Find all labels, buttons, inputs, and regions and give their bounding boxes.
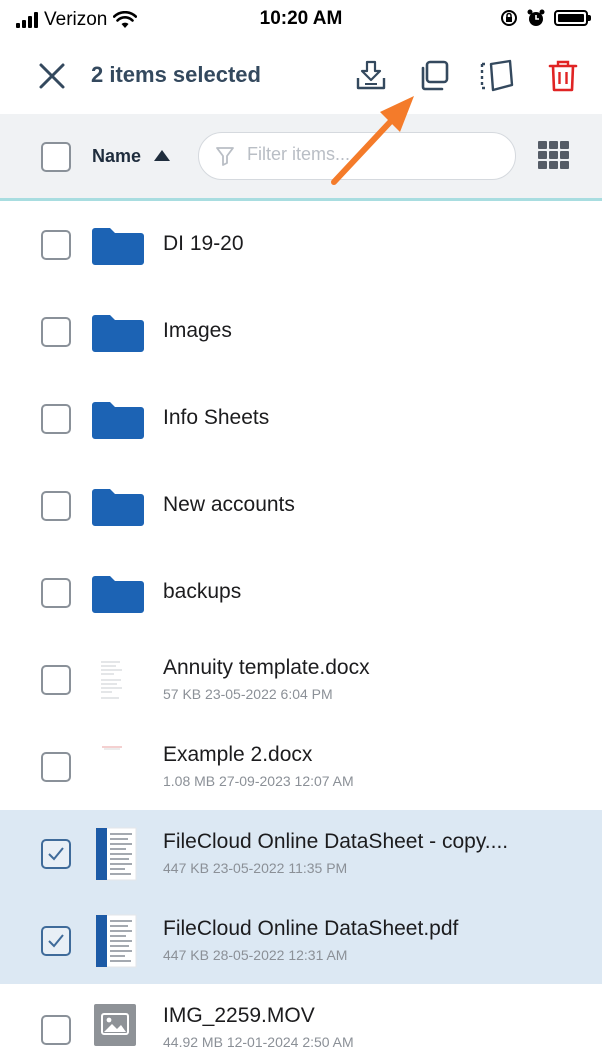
file-name: Example 2.docx — [163, 743, 313, 766]
checkmark-icon — [48, 934, 64, 948]
select-all-checkbox[interactable] — [41, 142, 71, 172]
list-item-file[interactable]: IMG_2259.MOV 44.92 MB 12-01-2024 2:50 AM — [0, 984, 602, 1055]
close-icon[interactable] — [34, 58, 70, 94]
delete-button[interactable] — [543, 56, 583, 96]
file-name: New accounts — [163, 493, 295, 516]
list-item-file[interactable]: FileCloud Online DataSheet - copy.... 44… — [0, 810, 602, 898]
row-checkbox-checked[interactable] — [41, 839, 71, 869]
folder-icon — [92, 576, 144, 613]
file-name: FileCloud Online DataSheet.pdf — [163, 917, 459, 940]
checkmark-icon — [48, 847, 64, 861]
file-meta: 57 KB 23-05-2022 6:04 PM — [163, 686, 333, 702]
folder-icon — [92, 489, 144, 526]
file-name: DI 19-20 — [163, 232, 244, 255]
copy-icon — [421, 60, 449, 91]
list-item-file[interactable]: Annuity template.docx 57 KB 23-05-2022 6… — [0, 636, 602, 724]
file-meta: 1.08 MB 27-09-2023 12:07 AM — [163, 773, 354, 789]
selection-count-label: 2 items selected — [91, 62, 261, 87]
filter-field[interactable] — [198, 132, 516, 180]
filter-input[interactable] — [247, 144, 497, 165]
alarm-icon — [527, 9, 545, 26]
move-button[interactable] — [476, 56, 516, 96]
image-thumbnail-icon — [94, 1004, 136, 1046]
sort-ascending-icon[interactable] — [154, 150, 170, 161]
folder-icon — [92, 228, 144, 265]
row-checkbox[interactable] — [41, 578, 71, 608]
file-meta: 447 KB 23-05-2022 11:35 PM — [163, 860, 348, 876]
copy-button[interactable] — [414, 56, 454, 96]
move-icon — [480, 59, 514, 92]
list-item-folder[interactable]: backups — [0, 549, 602, 637]
status-bar: Verizon 10:20 AM — [0, 0, 602, 40]
sort-by-name-button[interactable]: Name — [92, 146, 141, 167]
folder-icon — [92, 315, 144, 352]
list-header: Name — [0, 114, 602, 198]
file-name: Annuity template.docx — [163, 656, 370, 679]
file-meta: 44.92 MB 12-01-2024 2:50 AM — [163, 1034, 354, 1050]
grid-view-icon[interactable] — [538, 141, 570, 171]
file-name: backups — [163, 580, 242, 603]
file-name: FileCloud Online DataSheet - copy.... — [163, 830, 509, 853]
row-checkbox[interactable] — [41, 230, 71, 260]
row-checkbox[interactable] — [41, 491, 71, 521]
file-name: Info Sheets — [163, 406, 270, 429]
list-item-folder[interactable]: New accounts — [0, 462, 602, 550]
file-name: IMG_2259.MOV — [163, 1004, 315, 1027]
list-item-folder[interactable]: Images — [0, 288, 602, 376]
pdf-thumbnail-icon — [95, 914, 137, 968]
file-meta: 447 KB 28-05-2022 12:31 AM — [163, 947, 348, 963]
row-checkbox[interactable] — [41, 752, 71, 782]
document-thumbnail-icon — [98, 658, 126, 704]
trash-icon — [548, 60, 578, 92]
filter-icon — [216, 147, 234, 166]
status-right — [500, 8, 591, 28]
download-icon — [356, 60, 386, 90]
row-checkbox[interactable] — [41, 665, 71, 695]
list-item-file[interactable]: Example 2.docx 1.08 MB 27-09-2023 12:07 … — [0, 723, 602, 811]
battery-icon — [554, 10, 591, 26]
download-button[interactable] — [351, 56, 391, 96]
list-item-folder[interactable]: DI 19-20 — [0, 201, 602, 289]
row-checkbox[interactable] — [41, 404, 71, 434]
list-item-file[interactable]: FileCloud Online DataSheet.pdf 447 KB 28… — [0, 897, 602, 985]
row-checkbox[interactable] — [41, 317, 71, 347]
orientation-lock-icon — [501, 10, 517, 26]
document-thumbnail-icon — [102, 746, 122, 750]
row-checkbox[interactable] — [41, 1015, 71, 1045]
selection-action-bar: 2 items selected — [0, 40, 602, 114]
list-item-folder[interactable]: Info Sheets — [0, 375, 602, 463]
folder-icon — [92, 402, 144, 439]
pdf-thumbnail-icon — [95, 827, 137, 881]
row-checkbox-checked[interactable] — [41, 926, 71, 956]
file-name: Images — [163, 319, 232, 342]
